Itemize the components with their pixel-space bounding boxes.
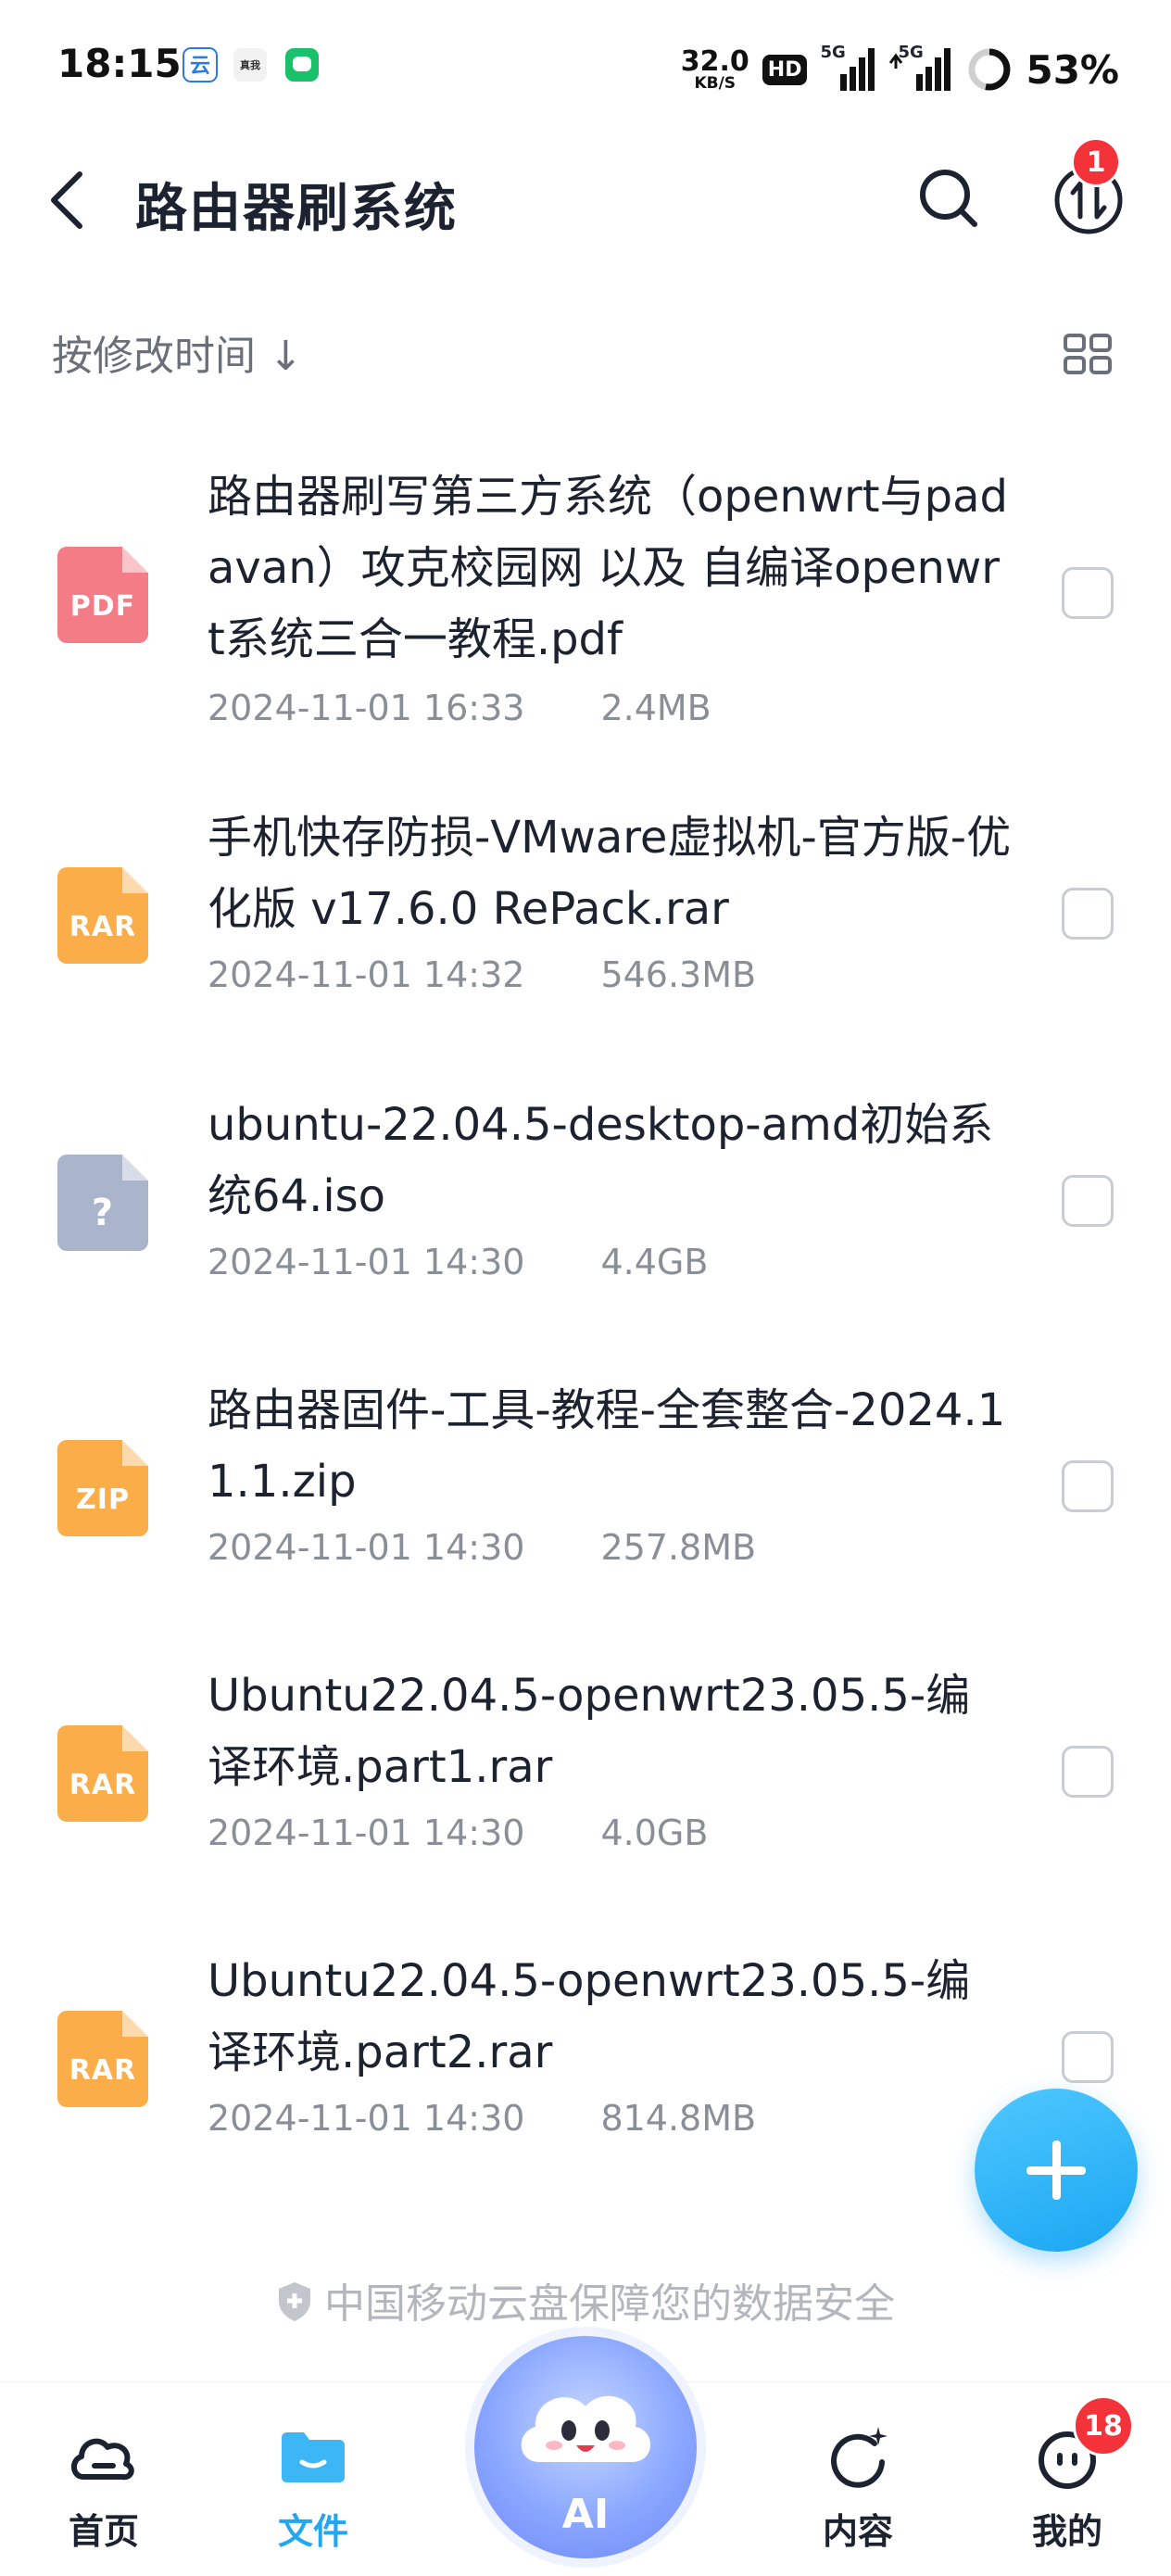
file-row[interactable]: ? ubuntu-22.04.5-desktop-amd初始系统64.iso 2… bbox=[0, 1093, 1171, 1334]
pdf-file-icon: PDF bbox=[57, 547, 148, 643]
transfer-count-badge: 1 bbox=[1071, 137, 1121, 187]
file-date: 2024-11-01 14:30 bbox=[208, 2098, 525, 2139]
nav-item-home[interactable]: 首页 bbox=[39, 2419, 169, 2554]
file-meta: 2024-11-01 14:30 814.8MB bbox=[208, 2098, 756, 2139]
zip-file-icon: ZIP bbox=[57, 1440, 148, 1536]
file-size: 4.4GB bbox=[600, 1242, 709, 1282]
unknown-file-icon: ? bbox=[57, 1155, 148, 1251]
network-speed: 32.0 KB/S bbox=[680, 44, 749, 93]
file-date: 2024-11-01 16:33 bbox=[208, 688, 525, 728]
add-button[interactable] bbox=[975, 2089, 1138, 2252]
signal-1-icon: 5G bbox=[820, 43, 875, 93]
battery-ring-icon bbox=[966, 46, 1013, 93]
sort-by-modified-time[interactable]: 按修改时间 ↓ bbox=[52, 322, 303, 382]
cloud-app-icon: 云 bbox=[182, 46, 219, 83]
file-row[interactable]: ZIP 路由器固件-工具-教程-全套整合-2024.11.1.zip 2024-… bbox=[0, 1379, 1171, 1620]
nav-item-files[interactable]: 文件 bbox=[248, 2419, 378, 2554]
nav-item-content[interactable]: 内容 bbox=[793, 2419, 923, 2554]
search-icon bbox=[920, 170, 977, 227]
ai-assistant-button[interactable]: AI bbox=[474, 2336, 697, 2558]
file-date: 2024-11-01 14:30 bbox=[208, 1812, 525, 1853]
file-name: Ubuntu22.04.5-openwrt23.05.5-编译环境.part1.… bbox=[208, 1670, 971, 1793]
svg-text:真我: 真我 bbox=[240, 58, 260, 71]
battery-percent: 53% bbox=[1026, 46, 1119, 93]
file-select-checkbox[interactable] bbox=[1062, 1175, 1114, 1227]
file-name: Ubuntu22.04.5-openwrt23.05.5-编译环境.part2.… bbox=[208, 1955, 971, 2078]
security-note: 中国移动云盘保障您的数据安全 bbox=[0, 2270, 1171, 2333]
file-date: 2024-11-01 14:32 bbox=[208, 954, 525, 995]
nav-item-profile[interactable]: 18 我的 bbox=[1002, 2395, 1134, 2554]
file-size: 546.3MB bbox=[600, 954, 757, 995]
file-meta: 2024-11-01 14:30 257.8MB bbox=[208, 1527, 756, 1568]
file-size: 2.4MB bbox=[600, 688, 711, 728]
transfer-list-button[interactable]: 1 bbox=[1047, 137, 1130, 239]
rar-file-icon: RAR bbox=[57, 867, 148, 964]
file-meta: 2024-11-01 14:30 4.0GB bbox=[208, 1812, 708, 1853]
file-name: 路由器固件-工具-教程-全套整合-2024.11.1.zip bbox=[208, 1384, 1006, 1508]
file-name: 路由器刷写第三方系统（openwrt与padavan）攻克校园网 以及 自编译o… bbox=[208, 471, 1008, 665]
sort-bar: 按修改时间 ↓ bbox=[0, 306, 1171, 398]
file-name: 手机快存防损-VMware虚拟机-官方版-优化版 v17.6.0 RePack.… bbox=[208, 812, 1012, 935]
back-arrow-icon bbox=[51, 171, 82, 229]
status-time: 18:15 bbox=[57, 41, 182, 86]
profile-icon: 18 bbox=[1028, 2395, 1134, 2497]
file-select-checkbox[interactable] bbox=[1062, 1460, 1114, 1512]
file-meta: 2024-11-01 14:32 546.3MB bbox=[208, 954, 756, 995]
file-size: 814.8MB bbox=[600, 2098, 757, 2139]
realme-app-icon: 真我 bbox=[232, 46, 269, 83]
rar-file-icon: RAR bbox=[57, 1725, 148, 1822]
profile-count-badge: 18 bbox=[1073, 2395, 1134, 2456]
chat-app-icon bbox=[283, 46, 321, 83]
file-date: 2024-11-01 14:30 bbox=[208, 1527, 525, 1568]
file-meta: 2024-11-01 16:33 2.4MB bbox=[208, 688, 711, 728]
file-meta: 2024-11-01 14:30 4.4GB bbox=[208, 1242, 708, 1282]
file-name: ubuntu-22.04.5-desktop-amd初始系统64.iso bbox=[208, 1099, 994, 1222]
back-button[interactable] bbox=[41, 161, 100, 239]
signal-2-icon: 5G bbox=[888, 43, 953, 93]
hd-icon: HD bbox=[762, 54, 808, 85]
file-size: 4.0GB bbox=[600, 1812, 709, 1853]
grid-view-icon bbox=[1064, 334, 1112, 374]
page-title: 路由器刷系统 bbox=[135, 179, 458, 239]
cloud-home-icon bbox=[65, 2419, 143, 2497]
search-button[interactable] bbox=[912, 161, 986, 235]
file-select-checkbox[interactable] bbox=[1062, 2031, 1114, 2083]
security-note-text: 中国移动云盘保障您的数据安全 bbox=[324, 2280, 895, 2328]
bottom-nav: 首页 文件 AI 内容 18 我的 bbox=[0, 2336, 1171, 2576]
app-header: 路由器刷系统 1 bbox=[0, 130, 1171, 269]
grid-view-button[interactable] bbox=[1060, 326, 1115, 382]
file-select-checkbox[interactable] bbox=[1062, 567, 1114, 619]
shield-icon bbox=[276, 2280, 313, 2333]
file-date: 2024-11-01 14:30 bbox=[208, 1242, 525, 1282]
status-bar: 18:15 云 真我 32.0 KB/S HD 5G 5G 53% bbox=[0, 0, 1171, 130]
file-row[interactable]: PDF 路由器刷写第三方系统（openwrt与padavan）攻克校园网 以及 … bbox=[0, 436, 1171, 741]
file-size: 257.8MB bbox=[600, 1527, 757, 1568]
file-row[interactable]: RAR 手机快存防损-VMware虚拟机-官方版-优化版 v17.6.0 ReP… bbox=[0, 806, 1171, 1047]
ai-label: AI bbox=[561, 2491, 610, 2538]
svg-text:云: 云 bbox=[190, 55, 210, 78]
ai-cloud-mascot-icon bbox=[511, 2369, 660, 2490]
file-row[interactable]: RAR Ubuntu22.04.5-openwrt23.05.5-编译环境.pa… bbox=[0, 1664, 1171, 1905]
content-refresh-icon bbox=[819, 2419, 897, 2497]
folder-icon bbox=[274, 2419, 352, 2497]
rar-file-icon: RAR bbox=[57, 2011, 148, 2107]
file-select-checkbox[interactable] bbox=[1062, 888, 1114, 940]
file-select-checkbox[interactable] bbox=[1062, 1746, 1114, 1798]
